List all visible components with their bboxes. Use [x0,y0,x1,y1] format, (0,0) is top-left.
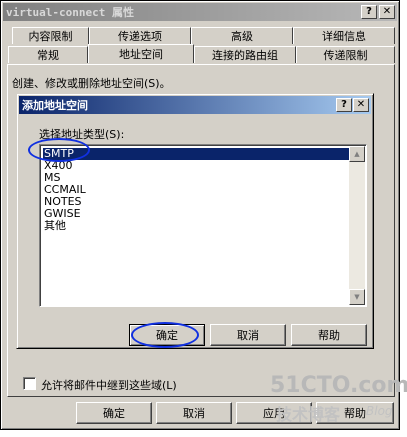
help-title-button[interactable]: ? [361,5,377,19]
apply-button[interactable]: 应用 [236,402,312,424]
tab-address-space[interactable]: 地址空间 [88,44,194,63]
ok-button[interactable]: 确定 [76,402,152,424]
tab-advanced[interactable]: 高级 [191,27,293,44]
scroll-down-icon[interactable]: ▼ [349,289,365,305]
scroll-up-icon[interactable]: ▲ [349,146,365,162]
tab-delivery-restrictions[interactable]: 传递限制 [296,46,395,63]
inner-cancel-button[interactable]: 取消 [210,324,286,346]
panel-description: 创建、修改或删除地址空间(S)。 [12,77,171,90]
tab-delivery-options[interactable]: 传递选项 [89,27,191,44]
inner-close-title-button[interactable]: ✕ [353,98,369,112]
ok-highlight-ellipse [131,322,199,348]
list-item-other[interactable]: 其他 [43,220,68,232]
add-address-space-title: 添加地址空间 [22,99,88,112]
add-address-space-dialog: 添加地址空间 ? ✕ 选择地址类型(S): SMTP X400 MS CCMAI… [16,93,374,349]
address-type-list[interactable]: SMTP X400 MS CCMAIL NOTES GWISE 其他 ▲ ▼ [39,144,367,307]
cancel-button[interactable]: 取消 [156,402,232,424]
help-button[interactable]: 帮助 [316,402,394,424]
smtp-highlight-ellipse [28,138,90,162]
tab-details[interactable]: 详细信息 [293,27,395,44]
relay-checkbox-label[interactable]: 允许将邮件中继到这些域(L) [41,377,177,393]
tab-connected-routing-groups[interactable]: 连接的路由组 [194,46,296,63]
close-title-button[interactable]: ✕ [379,5,395,19]
properties-titlebar[interactable]: virtual-connect 属性 ? ✕ [3,3,397,21]
tab-content-limits[interactable]: 内容限制 [12,27,89,44]
inner-help-button[interactable]: 帮助 [291,324,367,346]
relay-checkbox[interactable] [23,377,36,390]
inner-help-title-button[interactable]: ? [336,98,352,112]
list-scrollbar[interactable]: ▲ ▼ [349,146,365,305]
properties-title: virtual-connect 属性 [6,6,134,19]
tab-general[interactable]: 常规 [8,46,88,63]
add-address-space-titlebar[interactable]: 添加地址空间 ? ✕ [19,96,371,114]
